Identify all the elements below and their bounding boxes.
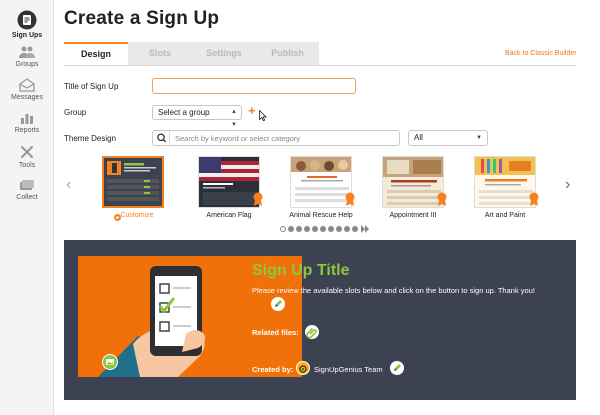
chevron-down-icon: ▼ [476,135,482,141]
messages-icon [19,78,35,92]
pager-dot[interactable] [296,226,302,232]
mouse-cursor-icon [259,110,267,121]
sidebar-item-label: Sign Ups [11,32,43,39]
ribbon-icon [253,192,263,206]
sidebar-item-label: Collect [16,194,38,201]
pager-dot[interactable] [304,226,310,232]
sidebar-item-reports[interactable]: Reports [0,111,54,134]
pager-dot[interactable] [328,226,334,232]
theme-american-flag[interactable]: American Flag [198,156,263,219]
paperclip-icon [306,327,317,339]
groups-icon [19,46,35,58]
edit-description-button[interactable] [271,297,285,311]
pager-dot[interactable] [288,226,294,232]
pager-dot[interactable] [344,226,350,232]
sidebar-item-label: Tools [18,162,36,169]
theme-thumbnail [382,156,444,208]
created-by: Created by: [252,365,293,374]
search-button[interactable] [153,131,170,145]
ribbon-icon [437,192,447,206]
category-select[interactable]: All ▼ [408,130,488,146]
tab-divider [64,65,576,66]
sidebar-item-tools[interactable]: Tools [0,144,54,169]
theme-search-box[interactable]: Search by keyword or select category [152,130,400,146]
sidebar-item-messages[interactable]: Messages [0,78,54,101]
pager-dot[interactable] [320,226,326,232]
search-icon [157,133,167,143]
pager-dot[interactable] [352,226,358,232]
ribbon-icon [529,192,539,206]
sidebar-item-label: Reports [14,127,40,134]
reports-icon [21,114,33,124]
pager-dot[interactable] [280,226,286,232]
category-select-value: All [414,133,423,142]
theme-thumbnail [474,156,536,208]
creator-avatar [296,361,310,375]
signup-title: Sign Up Title [252,262,350,279]
title-label: Title of Sign Up [64,82,119,91]
signup-description: Please review the available slots below … [252,285,572,296]
ribbon-icon [345,192,355,206]
carousel-prev-button[interactable]: ‹ [66,176,71,194]
tab-settings[interactable]: Settings [192,42,256,65]
gear-icon [299,365,307,373]
theme-label: Appointment III [389,212,437,219]
theme-art-and-paint[interactable]: Art and Paint [474,156,539,219]
sidebar-item-label: Groups [15,61,39,68]
tab-slots[interactable]: Slots [128,42,192,65]
theme-thumbnail [102,156,164,208]
related-files-label: Related files: [252,328,299,337]
collect-icon [20,180,34,190]
edit-creator-button[interactable] [390,361,404,375]
title-input[interactable] [152,78,356,94]
theme-label: Art and Paint [484,212,526,219]
group-label: Group [64,108,87,117]
tab-publish[interactable]: Publish [256,42,319,65]
theme-thumbnail [290,156,352,208]
theme-appointment-iii[interactable]: Appointment III [382,156,447,219]
sidebar-item-sign-ups[interactable]: Sign Ups [0,10,54,39]
created-by-label: Created by: [252,365,294,374]
theme-label: American Flag [206,212,252,219]
pencil-icon [275,300,282,307]
group-select[interactable]: Select a group ▲ ▼ [152,105,242,128]
theme-design-label: Theme Design [64,134,117,143]
tab-bar: Design Slots Settings Publish [64,42,319,65]
theme-animal-rescue-help[interactable]: Animal Rescue Help [289,156,355,219]
add-file-button[interactable] [305,325,319,339]
select-arrows-icon: ▲ ▼ [231,109,237,128]
carousel-next-button[interactable]: › [565,176,570,194]
description-text: Please review the available slots below … [252,286,535,295]
sidebar-item-groups[interactable]: Groups [0,45,54,68]
pager-dot[interactable] [312,226,318,232]
group-select-value: Select a group [158,108,210,117]
sidebar-item-label: Messages [11,94,43,101]
theme-label: Animal Rescue Help [289,212,353,219]
pencil-icon [394,364,401,371]
theme-thumbnail [198,156,260,208]
sidebar-item-collect[interactable]: Collect [0,178,54,201]
signups-icon [17,10,37,30]
creator-name: SignUpGenius Team [314,365,383,374]
back-to-classic-link[interactable]: Back to Classic Builder [505,50,577,57]
pager-dot[interactable] [336,226,342,232]
tab-design[interactable]: Design [64,42,128,65]
change-image-icon[interactable] [102,354,118,370]
theme-search-input[interactable]: Search by keyword or select category [175,132,300,145]
pager-next-icon[interactable] [361,225,370,233]
page-title: Create a Sign Up [64,8,220,29]
sidebar: Sign Ups Groups Messages Reports Tools C… [0,0,54,415]
tools-icon [21,146,33,158]
theme-customize[interactable]: Customize [102,156,164,221]
add-group-button[interactable]: + [248,104,256,118]
theme-label: Customize [120,212,154,219]
